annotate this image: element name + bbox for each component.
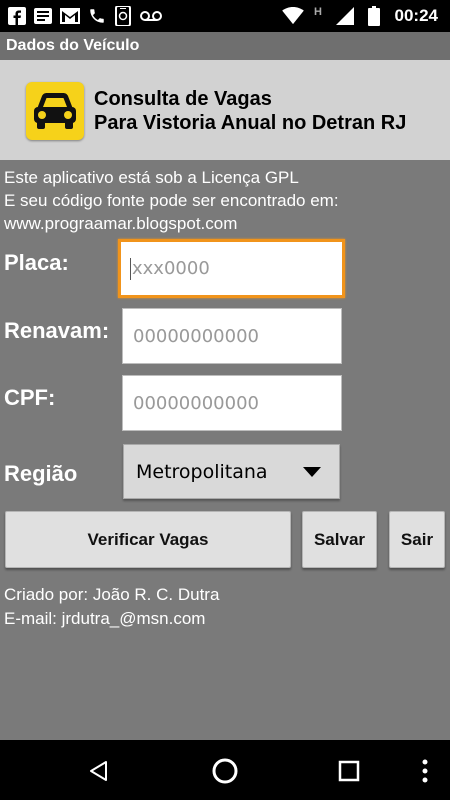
car-icon xyxy=(26,82,84,140)
header-title: Consulta de Vagas Para Vistoria Anual no… xyxy=(94,87,406,135)
author-text: Criado por: João R. C. Dutra xyxy=(4,585,220,604)
text-cursor xyxy=(130,257,131,280)
news-icon xyxy=(34,6,52,26)
verificar-vagas-button[interactable]: Verificar Vagas xyxy=(5,511,291,568)
window-title: Dados do Veículo xyxy=(6,37,140,54)
renavam-label: Renavam: xyxy=(4,318,110,343)
gmail-icon xyxy=(60,6,80,26)
app-header: Consulta de Vagas Para Vistoria Anual no… xyxy=(0,60,450,160)
status-bar: H 00:24 xyxy=(0,0,450,32)
phone-icon xyxy=(88,6,106,26)
signal-icon xyxy=(336,6,354,26)
salvar-button[interactable]: Salvar xyxy=(302,511,377,568)
dropdown-arrow-icon xyxy=(303,467,321,477)
source-line: E seu código fonte pode ser encontrado e… xyxy=(4,191,339,210)
credits: Criado por: João R. C. Dutra E-mail: jrd… xyxy=(4,583,219,631)
title-bar: Dados do Veículo xyxy=(0,32,450,60)
blog-url: www.prograamar.blogspot.com xyxy=(4,214,238,233)
placa-input[interactable]: xxx0000 xyxy=(118,239,345,298)
navigation-bar xyxy=(0,740,450,800)
phone-message-icon xyxy=(114,6,132,26)
regiao-label: Região xyxy=(4,461,78,486)
renavam-input[interactable]: 00000000000 xyxy=(122,308,342,364)
cpf-input[interactable]: 00000000000 xyxy=(122,375,342,431)
battery-icon xyxy=(368,6,380,26)
home-icon[interactable] xyxy=(208,754,242,788)
recents-icon[interactable] xyxy=(332,754,366,788)
cpf-placeholder: 00000000000 xyxy=(133,392,259,414)
placa-label: Placa: xyxy=(4,250,69,275)
license-info: Este aplicativo está sob a Licença GPL E… xyxy=(4,166,444,235)
cpf-label: CPF: xyxy=(4,385,56,410)
regiao-dropdown[interactable]: Metropolitana xyxy=(123,444,340,499)
placa-placeholder: xxx0000 xyxy=(132,258,210,279)
header-title-line1: Consulta de Vagas xyxy=(94,88,272,110)
back-icon[interactable] xyxy=(82,754,116,788)
wifi-icon xyxy=(282,6,304,26)
header-title-line2: Para Vistoria Anual no Detran RJ xyxy=(94,112,407,134)
renavam-placeholder: 00000000000 xyxy=(133,325,259,347)
menu-icon[interactable] xyxy=(408,754,442,788)
email-text: E-mail: jrdutra_@msn.com xyxy=(4,609,206,628)
status-time: 00:24 xyxy=(394,6,438,25)
regiao-selected: Metropolitana xyxy=(136,460,268,483)
network-type-indicator: H xyxy=(314,6,322,18)
facebook-icon xyxy=(8,6,26,26)
license-line: Este aplicativo está sob a Licença GPL xyxy=(4,168,299,187)
voicemail-icon xyxy=(140,6,162,26)
sair-button[interactable]: Sair xyxy=(389,511,445,568)
